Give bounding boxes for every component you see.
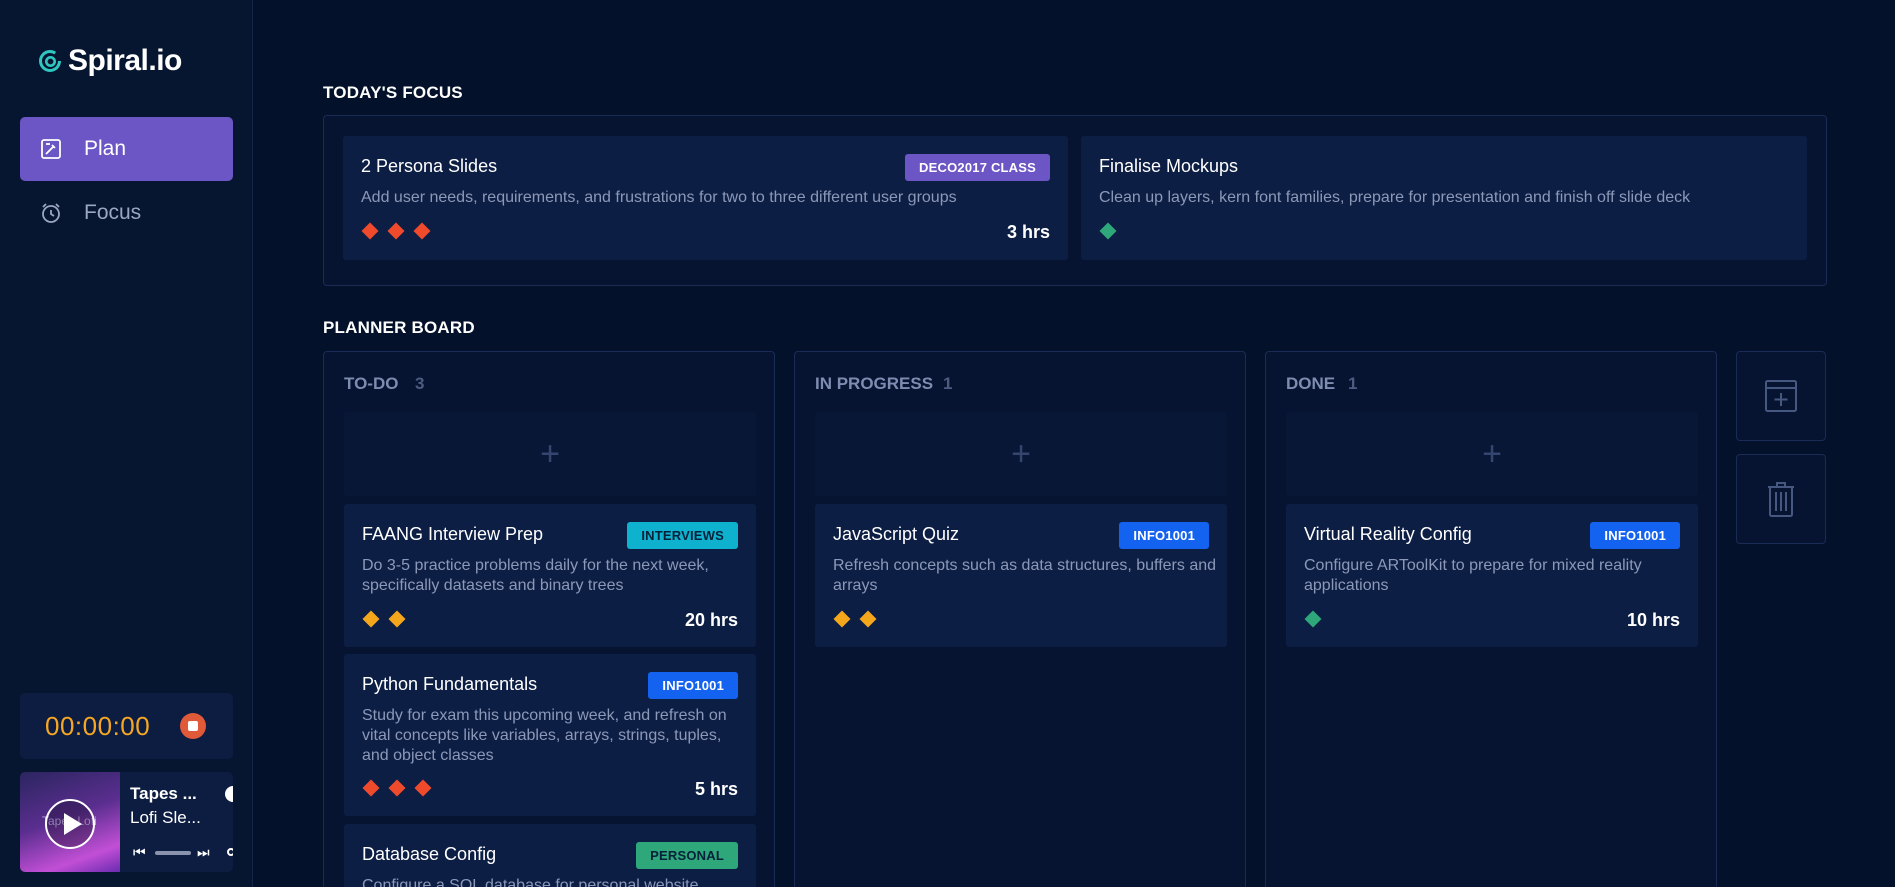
timer-display: 00:00:00 [45,710,151,741]
card-description: Configure ARToolKit to prepare for mixed… [1304,557,1642,594]
column-title: TO-DO [344,374,399,393]
card-title: 2 Persona Slides [361,156,498,176]
previous-track-icon[interactable]: ⏮ [133,844,146,861]
priority-diamond-icon [833,610,851,628]
task-card[interactable]: JavaScript Quiz INFO1001 Refresh concept… [815,504,1227,647]
priority-diamond-icon [414,779,432,797]
priority-indicator [362,779,432,797]
course-badge: INFO1001 [1119,522,1209,549]
nav-item-label: Plan [84,137,127,160]
nav-item-plan[interactable]: Plan [20,117,233,181]
focus-card[interactable]: Finalise Mockups Clean up layers, kern f… [1081,136,1807,260]
column-count: 1 [1348,374,1358,393]
card-title: Database Config [362,844,497,864]
priority-indicator [833,610,877,628]
card-title: Virtual Reality Config [1304,524,1472,544]
music-player: Tapes Lofi Tapes ... Lofi Sle... ⏮ ⏭ [20,772,233,872]
focus-card[interactable]: 2 Persona Slides DECO2017 CLASS Add user… [343,136,1068,260]
course-badge: DECO2017 CLASS [905,154,1050,181]
hours-estimate: 20 hrs [684,610,738,630]
play-button[interactable] [45,799,95,849]
next-track-icon[interactable]: ⏭ [197,844,210,861]
play-icon [63,813,82,835]
priority-diamond-icon [1099,222,1117,240]
course-badge: INFO1001 [648,672,738,699]
delete-button[interactable] [1736,454,1826,544]
plus-icon: + [1482,435,1502,473]
task-card[interactable]: Virtual Reality Config INFO1001 Configur… [1286,504,1698,647]
stop-icon [188,721,199,731]
card-description: Add user needs, requirements, and frustr… [361,189,957,206]
priority-indicator [1099,222,1117,240]
card-description: Do 3-5 practice problems daily for the n… [362,557,709,594]
task-card[interactable]: Python Fundamentals INFO1001 Study for e… [344,654,756,816]
focus-panel: 2 Persona Slides DECO2017 CLASS Add user… [323,115,1827,286]
priority-diamond-icon [362,779,380,797]
section-title-focus: TODAY'S FOCUS [323,83,463,102]
card-title: Python Fundamentals [362,674,538,694]
task-card[interactable]: Database Config PERSONAL Configure a SQL… [344,824,756,887]
priority-diamond-icon [388,779,406,797]
track-title: Tapes ... [130,784,197,803]
nav-item-focus[interactable]: Focus [20,181,233,245]
stop-button[interactable] [180,713,207,739]
column-title: IN PROGRESS [815,374,934,393]
trash-icon [1768,482,1794,517]
priority-diamond-icon [361,222,379,240]
priority-diamond-icon [1304,610,1322,628]
board-column-todo: TO-DO 3 + FAANG Interview Prep INTERVIEW… [323,351,775,887]
track-artist: Lofi Sle... [130,808,201,827]
course-badge: INFO1001 [1590,522,1680,549]
card-title: FAANG Interview Prep [362,524,544,544]
card-description: Study for exam this upcoming week, and r… [362,707,727,764]
column-title: DONE [1286,374,1336,393]
plus-icon: + [1011,435,1031,473]
card-title: JavaScript Quiz [833,524,960,544]
board-column-done: DONE 1 + Virtual Reality Config INFO1001… [1265,351,1717,887]
section-title-board: PLANNER BOARD [323,318,475,337]
priority-indicator [1304,610,1322,628]
focus-timer: 00:00:00 [20,693,233,759]
course-badge: PERSONAL [636,842,738,869]
hours-estimate: 10 hrs [1626,610,1680,630]
card-description: Clean up layers, kern font families, pre… [1099,189,1691,206]
add-task-button[interactable]: + [815,412,1227,496]
hours-estimate: 3 hrs [1006,222,1050,242]
card-description: Refresh concepts such as data structures… [833,557,1217,594]
priority-indicator [361,222,431,240]
plan-icon [40,138,62,160]
course-badge: INTERVIEWS [627,522,738,549]
priority-diamond-icon [362,610,380,628]
app-name: Spiral.io [68,44,182,77]
column-count: 3 [415,374,425,393]
column-count: 1 [943,374,953,393]
stopwatch-icon [40,202,62,224]
progress-slider[interactable] [155,851,191,855]
track-more-icon[interactable] [225,786,233,802]
sidebar: Spiral.io Plan Focus 00:00:00 Tapes Lofi [0,0,253,887]
add-task-button[interactable]: + [1286,412,1698,496]
priority-diamond-icon [388,610,406,628]
nav-item-label: Focus [84,201,142,224]
spiral-logo-icon [39,50,61,72]
card-title: Finalise Mockups [1099,156,1239,176]
add-column-button[interactable] [1736,351,1826,441]
priority-diamond-icon [413,222,431,240]
task-card[interactable]: FAANG Interview Prep INTERVIEWS Do 3-5 p… [344,504,756,647]
volume-icon[interactable] [227,848,233,856]
add-task-button[interactable]: + [344,412,756,496]
priority-indicator [362,610,406,628]
card-description: Configure a SQL database for personal we… [362,877,699,887]
hours-estimate: 5 hrs [694,779,738,799]
priority-diamond-icon [387,222,405,240]
plus-icon: + [540,435,560,473]
logo[interactable]: Spiral.io [38,44,182,78]
add-column-icon [1765,380,1797,412]
priority-diamond-icon [859,610,877,628]
board-column-in-progress: IN PROGRESS 1 + JavaScript Quiz INFO1001… [794,351,1246,887]
